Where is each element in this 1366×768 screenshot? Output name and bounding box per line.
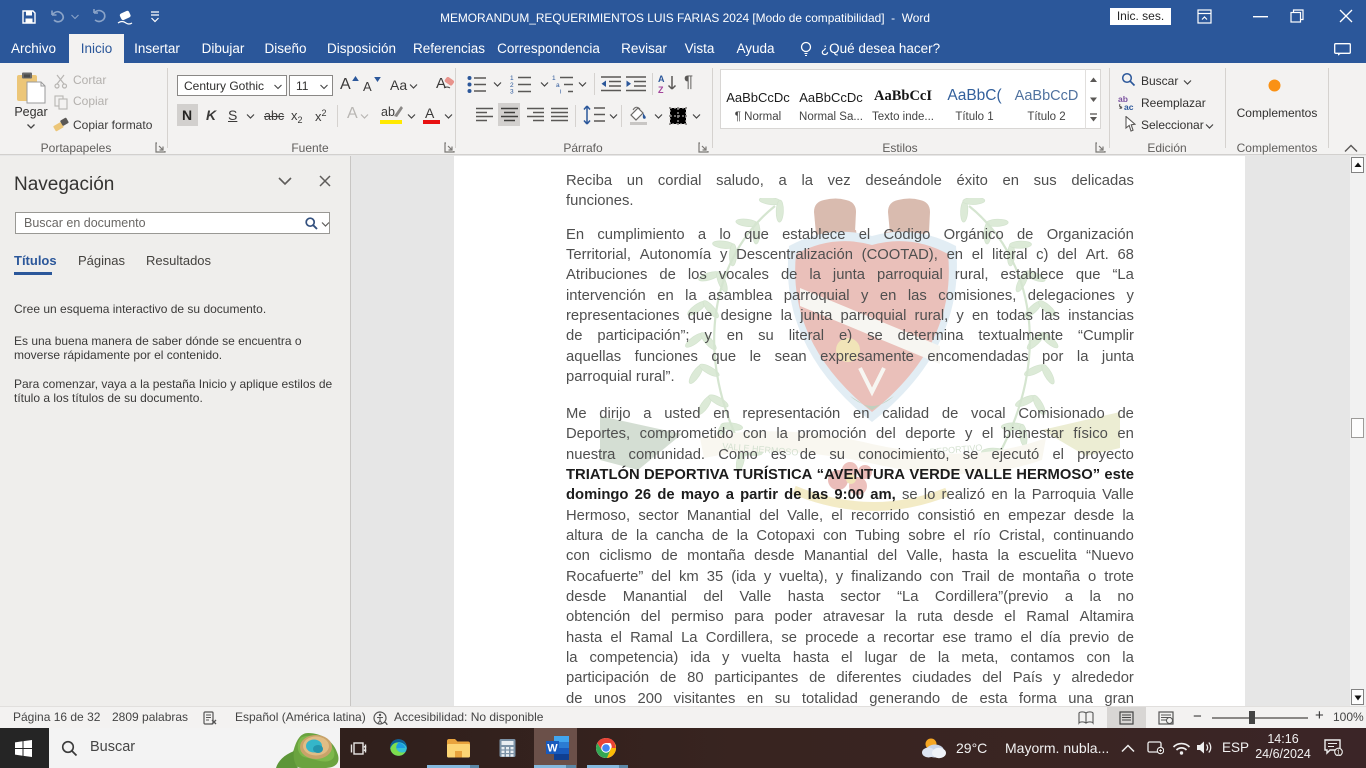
svg-text:1: 1: [1337, 750, 1341, 756]
svg-text:1: 1: [510, 75, 514, 82]
svg-text:W: W: [547, 743, 558, 755]
svg-text:3: 3: [510, 89, 514, 95]
svg-text:Z: Z: [658, 85, 664, 94]
svg-text:ac: ac: [1124, 102, 1134, 111]
svg-text:i: i: [560, 89, 561, 95]
svg-text:1: 1: [552, 75, 556, 82]
svg-text:A: A: [658, 74, 665, 84]
